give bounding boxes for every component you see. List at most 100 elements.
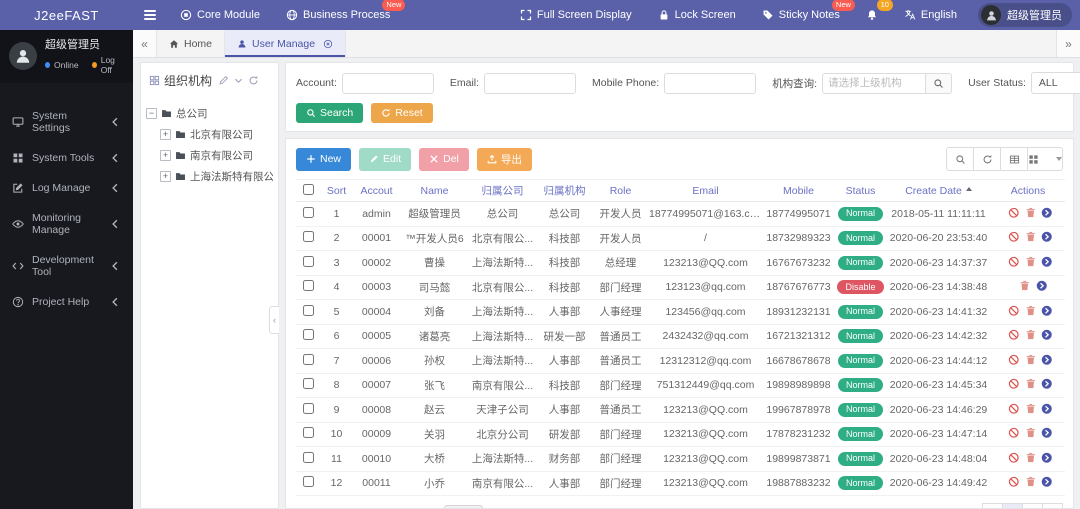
column-header[interactable]: 归属公司 bbox=[468, 179, 537, 202]
page-2-button[interactable]: 2 bbox=[1022, 503, 1043, 508]
prev-page-button[interactable]: ‹ bbox=[982, 503, 1003, 508]
trash-icon[interactable] bbox=[1025, 452, 1037, 464]
next-page-button[interactable]: › bbox=[1042, 503, 1063, 508]
row-checkbox[interactable] bbox=[303, 402, 314, 414]
detail-icon[interactable] bbox=[1041, 354, 1053, 366]
edit-pencil-icon[interactable] bbox=[218, 75, 229, 86]
logoff-label[interactable]: Log Off bbox=[101, 55, 124, 75]
tree-node-0[interactable]: − 总公司 bbox=[146, 103, 273, 124]
language-button[interactable]: English bbox=[891, 0, 970, 30]
ban-icon[interactable] bbox=[1008, 305, 1020, 317]
collapse-toggle-icon[interactable]: − bbox=[146, 108, 157, 119]
hamburger-menu-icon[interactable] bbox=[133, 0, 167, 30]
nav-core-module[interactable]: Core Module bbox=[167, 0, 273, 30]
column-header[interactable]: Name bbox=[401, 179, 468, 202]
row-checkbox[interactable] bbox=[303, 280, 314, 292]
trash-icon[interactable] bbox=[1025, 207, 1037, 219]
sticky-notes-button[interactable]: Sticky Notes New bbox=[749, 0, 855, 30]
detail-icon[interactable] bbox=[1041, 231, 1053, 243]
table-columns-button[interactable] bbox=[1027, 147, 1063, 171]
detail-icon[interactable] bbox=[1041, 378, 1053, 390]
table-refresh-button[interactable] bbox=[973, 147, 1001, 171]
tabs-scroll-left[interactable]: « bbox=[133, 30, 157, 57]
ban-icon[interactable] bbox=[1008, 354, 1020, 366]
tree-collapse-handle[interactable]: ‹ bbox=[269, 306, 279, 334]
ban-icon[interactable] bbox=[1008, 427, 1020, 439]
column-header[interactable]: Status bbox=[835, 179, 886, 202]
tree-node-3[interactable]: + 上海法斯特有限公... bbox=[146, 166, 273, 187]
trash-icon[interactable] bbox=[1019, 280, 1031, 292]
ban-icon[interactable] bbox=[1008, 329, 1020, 341]
ban-icon[interactable] bbox=[1008, 207, 1020, 219]
column-header[interactable]: Mobile bbox=[762, 179, 835, 202]
org-query-input[interactable] bbox=[822, 72, 927, 94]
email-input[interactable] bbox=[484, 72, 577, 94]
trash-icon[interactable] bbox=[1025, 305, 1037, 317]
row-checkbox[interactable] bbox=[303, 255, 314, 267]
page-size-select[interactable]: 12 bbox=[444, 504, 483, 508]
expand-toggle-icon[interactable]: + bbox=[160, 129, 171, 140]
column-header[interactable]: Create Date bbox=[886, 179, 991, 202]
trash-icon[interactable] bbox=[1025, 378, 1037, 390]
ban-icon[interactable] bbox=[1008, 378, 1020, 390]
ban-icon[interactable] bbox=[1008, 476, 1020, 488]
row-checkbox[interactable] bbox=[303, 476, 314, 488]
row-checkbox[interactable] bbox=[303, 329, 314, 341]
detail-icon[interactable] bbox=[1041, 256, 1053, 268]
column-header[interactable]: 归属机构 bbox=[537, 179, 592, 202]
new-button[interactable]: New bbox=[296, 147, 352, 171]
mobile-input[interactable] bbox=[664, 72, 757, 94]
row-checkbox[interactable] bbox=[303, 304, 314, 316]
brand-logo[interactable]: J2eeFAST bbox=[0, 8, 133, 23]
sidebar-item-log-manage[interactable]: Log Manage bbox=[0, 173, 133, 203]
tab-user-manage[interactable]: User Manage bbox=[225, 30, 347, 57]
user-status-select[interactable]: ALL bbox=[1030, 72, 1080, 94]
sidebar-item-development-tool[interactable]: Development Tool bbox=[0, 245, 133, 287]
online-label[interactable]: Online bbox=[54, 60, 79, 70]
export-button[interactable]: 导出 bbox=[476, 147, 532, 171]
lock-screen-button[interactable]: Lock Screen bbox=[645, 0, 749, 30]
sidebar-item-system-settings[interactable]: System Settings bbox=[0, 101, 133, 143]
detail-icon[interactable] bbox=[1041, 305, 1053, 317]
tree-node-1[interactable]: + 北京有限公司 bbox=[146, 124, 273, 145]
reset-button[interactable]: Reset bbox=[371, 103, 433, 123]
sidebar-item-system-tools[interactable]: System Tools bbox=[0, 143, 133, 173]
table-view-button[interactable] bbox=[1000, 147, 1028, 171]
row-checkbox[interactable] bbox=[303, 353, 314, 365]
trash-icon[interactable] bbox=[1025, 403, 1037, 415]
account-input[interactable] bbox=[341, 72, 434, 94]
tree-node-2[interactable]: + 南京有限公司 bbox=[146, 145, 273, 166]
trash-icon[interactable] bbox=[1025, 329, 1037, 341]
row-checkbox[interactable] bbox=[303, 231, 314, 243]
trash-icon[interactable] bbox=[1025, 231, 1037, 243]
nav-business-process[interactable]: Business Process New bbox=[273, 0, 406, 30]
tab-home[interactable]: Home bbox=[157, 30, 226, 57]
ban-icon[interactable] bbox=[1008, 231, 1020, 243]
column-header[interactable]: Actions bbox=[991, 179, 1065, 202]
detail-icon[interactable] bbox=[1036, 280, 1048, 292]
row-checkbox[interactable] bbox=[303, 206, 314, 218]
trash-icon[interactable] bbox=[1025, 256, 1037, 268]
detail-icon[interactable] bbox=[1041, 329, 1053, 341]
close-icon[interactable] bbox=[323, 39, 333, 49]
row-checkbox[interactable] bbox=[303, 427, 314, 439]
select-all-checkbox[interactable] bbox=[303, 183, 314, 195]
tabs-scroll-right[interactable]: » bbox=[1056, 30, 1080, 57]
detail-icon[interactable] bbox=[1041, 207, 1053, 219]
column-header[interactable]: Accout bbox=[352, 179, 401, 202]
chevron-down-icon[interactable] bbox=[233, 75, 244, 86]
detail-icon[interactable] bbox=[1041, 403, 1053, 415]
user-menu[interactable]: 超级管理员 bbox=[978, 3, 1072, 27]
column-header[interactable]: Role bbox=[592, 179, 649, 202]
delete-button[interactable]: Del bbox=[419, 147, 469, 171]
sidebar-item-project-help[interactable]: Project Help bbox=[0, 287, 133, 317]
row-checkbox[interactable] bbox=[303, 378, 314, 390]
expand-toggle-icon[interactable]: + bbox=[160, 150, 171, 161]
column-header[interactable]: Email bbox=[649, 179, 762, 202]
ban-icon[interactable] bbox=[1008, 256, 1020, 268]
fullscreen-button[interactable]: Full Screen Display bbox=[507, 0, 645, 30]
column-header[interactable]: Sort bbox=[321, 179, 352, 202]
avatar[interactable] bbox=[9, 41, 37, 70]
trash-icon[interactable] bbox=[1025, 354, 1037, 366]
org-search-button[interactable] bbox=[926, 72, 953, 94]
